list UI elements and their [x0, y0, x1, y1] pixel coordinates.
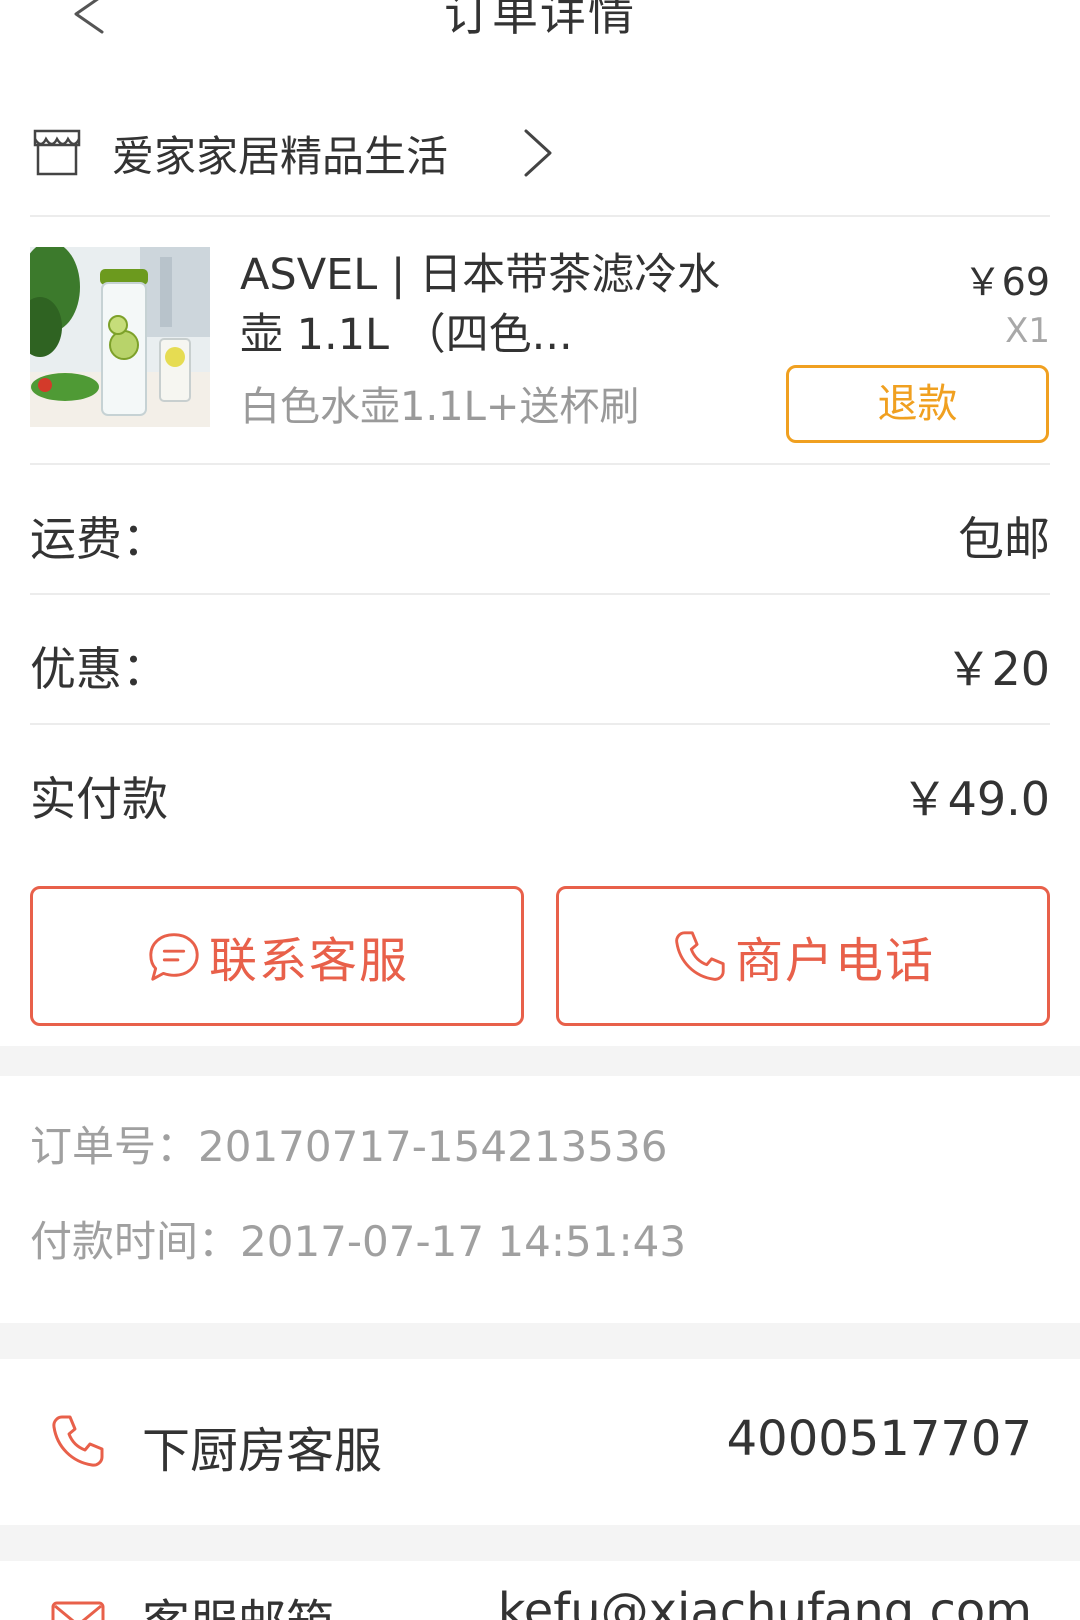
merchant-phone-button[interactable]: 商户电话 [556, 886, 1050, 1026]
refund-button[interactable]: 退款 [786, 365, 1049, 443]
chat-icon [149, 933, 199, 981]
discount-value: ￥20 [945, 642, 1050, 696]
support-email-value[interactable]: kefu@xiachufang.com [498, 1583, 1032, 1620]
support-phone-label: 下厨房客服 [142, 1423, 383, 1479]
shop-name: 爱家家居精品生活 [112, 132, 449, 181]
phone-icon [675, 931, 725, 981]
order-number: 订单号：20170717-154213536 [30, 1122, 668, 1171]
chevron-right-icon [524, 129, 552, 177]
product-price: ￥69 [963, 260, 1050, 304]
support-phone-row[interactable]: 下厨房客服 4000517707 [0, 1359, 1080, 1525]
mail-icon [51, 1601, 105, 1620]
paid-row: 实付款 ￥49.0 [0, 725, 1080, 853]
product-quantity: X1 [1005, 311, 1050, 351]
section-separator [0, 1525, 1080, 1561]
top-bar: 订单详情 [0, 0, 1080, 70]
product-spec: 白色水壶1.1L+送杯刷 [240, 384, 640, 427]
merchant-phone-label: 商户电话 [734, 933, 935, 989]
paid-value: ￥49.0 [901, 772, 1050, 826]
phone-icon [52, 1415, 104, 1467]
contact-service-label: 联系客服 [208, 933, 409, 989]
payment-time: 付款时间：2017-07-17 14:51:43 [30, 1217, 687, 1266]
shipping-label: 运费： [30, 512, 168, 566]
page-title: 订单详情 [444, 0, 636, 41]
product-item[interactable]: ASVEL | 日本带茶滤冷水壶 1.1L （四色... 白色水壶1.1L+送杯… [0, 217, 1080, 465]
contact-service-button[interactable]: 联系客服 [30, 886, 524, 1026]
product-image [30, 247, 210, 427]
shop-row[interactable]: 爱家家居精品生活 [0, 105, 1080, 215]
support-email-row[interactable]: 客服邮箱 kefu@xiachufang.com [0, 1561, 1080, 1620]
section-separator [0, 1323, 1080, 1359]
product-title: ASVEL | 日本带茶滤冷水壶 1.1L （四色... [240, 250, 721, 360]
store-icon [33, 129, 81, 176]
support-phone-value[interactable]: 4000517707 [727, 1411, 1032, 1467]
section-separator [0, 1046, 1080, 1076]
support-email-label: 客服邮箱 [142, 1583, 334, 1620]
discount-label: 优惠： [30, 642, 168, 696]
shipping-value: 包邮 [958, 512, 1050, 566]
shipping-row: 运费： 包邮 [0, 465, 1080, 593]
discount-row: 优惠： ￥20 [0, 595, 1080, 723]
paid-label: 实付款 [30, 772, 168, 826]
